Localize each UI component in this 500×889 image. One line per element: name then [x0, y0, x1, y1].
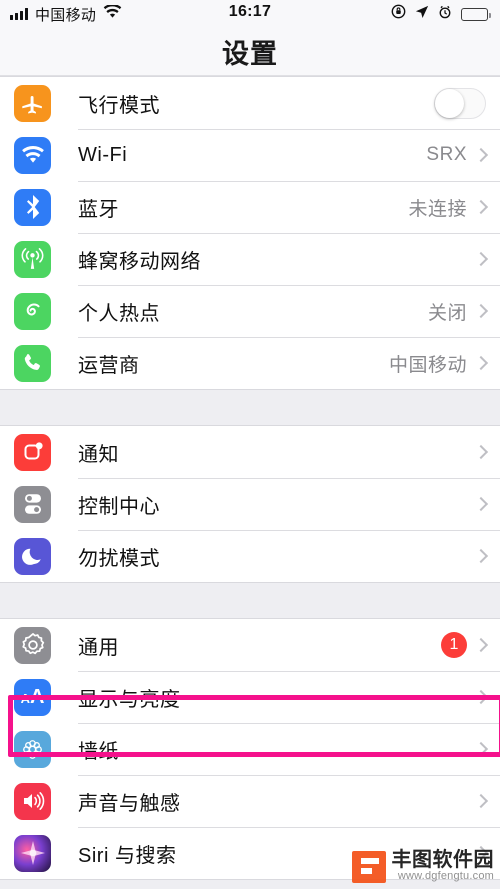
- bluetooth-icon: [14, 188, 51, 226]
- chevron-right-icon: [473, 444, 489, 460]
- wifi-icon: [14, 136, 51, 174]
- row-value: 中国移动: [388, 354, 467, 376]
- moon-icon: [14, 537, 51, 575]
- row-label: Siri 与搜索: [78, 844, 177, 867]
- row-do-not-disturb[interactable]: 勿扰模式: [0, 530, 500, 582]
- row-sounds-haptics[interactable]: 声音与触感: [0, 775, 500, 827]
- row-carrier[interactable]: 运营商 中国移动: [0, 337, 500, 389]
- row-accessory: [473, 689, 500, 705]
- row-bluetooth[interactable]: 蓝牙 未连接: [0, 181, 500, 233]
- group-separator: [0, 390, 500, 425]
- row-accessory: [473, 548, 500, 564]
- row-accessory: [473, 251, 500, 267]
- row-accessory: [473, 496, 500, 512]
- row-general[interactable]: 通用 1: [0, 619, 500, 671]
- cellular-icon: [14, 240, 51, 278]
- page-title: 设置: [222, 39, 278, 69]
- notification-icon: [14, 433, 51, 471]
- settings-list[interactable]: 飞行模式 Wi-Fi SRX 蓝牙 未连接 蜂窝移动网络 个人热点 关闭 运营商…: [0, 76, 500, 889]
- chevron-right-icon: [473, 793, 489, 809]
- watermark-logo-icon: [351, 850, 386, 883]
- phone-icon: [14, 344, 51, 382]
- chevron-right-icon: [473, 496, 489, 512]
- settings-group-system: 通用 1 AA 显示与亮度 墙纸 声音与触感 Siri 与搜索: [0, 618, 500, 880]
- siri-icon: [14, 834, 51, 872]
- gear-icon: [14, 626, 51, 664]
- row-label: 通知: [78, 443, 119, 466]
- speaker-icon: [14, 782, 51, 820]
- row-wallpaper[interactable]: 墙纸: [0, 723, 500, 775]
- row-personal-hotspot[interactable]: 个人热点 关闭: [0, 285, 500, 337]
- control-center-icon: [14, 485, 51, 523]
- row-label: 蜂窝移动网络: [78, 250, 201, 273]
- row-label: 蓝牙: [78, 198, 119, 221]
- row-notifications[interactable]: 通知: [0, 426, 500, 478]
- chevron-right-icon: [473, 199, 489, 215]
- airplane-icon: [14, 84, 51, 122]
- chevron-right-icon: [473, 147, 489, 163]
- watermark-text: 丰图软件园 www.dgfengtu.com: [392, 850, 495, 883]
- row-accessory: [473, 741, 500, 757]
- chevron-right-icon: [473, 741, 489, 757]
- status-bar: 中国移动 16:17: [0, 0, 500, 28]
- row-accessory: [473, 793, 500, 809]
- row-value: SRX: [426, 144, 467, 165]
- row-label: 个人热点: [78, 302, 160, 325]
- chevron-right-icon: [473, 251, 489, 267]
- row-accessory: 未连接: [408, 194, 500, 221]
- watermark-name: 丰图软件园: [391, 849, 494, 872]
- row-label: Wi-Fi: [78, 143, 128, 166]
- row-accessory: SRX: [426, 144, 500, 166]
- chevron-right-icon: [473, 689, 489, 705]
- row-accessory: 1: [441, 632, 500, 658]
- row-accessory: [473, 444, 500, 460]
- row-value: 关闭: [427, 302, 467, 324]
- row-cellular[interactable]: 蜂窝移动网络: [0, 233, 500, 285]
- row-label: 通用: [78, 636, 119, 659]
- chevron-right-icon: [473, 355, 489, 371]
- navigation-bar: 设置: [0, 28, 500, 76]
- row-accessory: 中国移动: [389, 350, 500, 377]
- chevron-right-icon: [473, 548, 489, 564]
- status-badge: 1: [441, 632, 467, 658]
- settings-group-alerts: 通知 控制中心 勿扰模式: [0, 425, 500, 583]
- hotspot-icon: [14, 292, 51, 330]
- row-label: 墙纸: [78, 740, 119, 763]
- status-bar-clock: 16:17: [228, 3, 272, 20]
- toggle-knob: [435, 88, 464, 118]
- row-label: 运营商: [78, 354, 140, 377]
- row-label: 显示与亮度: [78, 688, 181, 711]
- chevron-right-icon: [473, 637, 489, 653]
- aa-glyph: AA: [20, 686, 45, 708]
- row-label: 声音与触感: [78, 792, 181, 815]
- row-value: 未连接: [408, 198, 467, 220]
- row-airplane-mode[interactable]: 飞行模式: [0, 77, 500, 129]
- wallpaper-flower-icon: [14, 730, 51, 768]
- row-display-brightness[interactable]: AA 显示与亮度: [0, 671, 500, 723]
- row-accessory: 关闭: [428, 298, 500, 325]
- text-size-aa-icon: AA: [14, 678, 51, 716]
- airplane-mode-toggle[interactable]: [434, 87, 486, 119]
- row-wifi[interactable]: Wi-Fi SRX: [0, 129, 500, 181]
- battery-icon: [461, 7, 491, 21]
- row-label: 勿扰模式: [78, 547, 160, 570]
- settings-group-connectivity: 飞行模式 Wi-Fi SRX 蓝牙 未连接 蜂窝移动网络 个人热点 关闭 运营商…: [0, 76, 500, 390]
- row-accessory[interactable]: [434, 87, 500, 119]
- row-label: 飞行模式: [78, 94, 160, 117]
- chevron-right-icon: [473, 303, 489, 319]
- row-control-center[interactable]: 控制中心: [0, 478, 500, 530]
- watermark-url: www.dgfengtu.com: [397, 870, 494, 883]
- watermark: 丰图软件园 www.dgfengtu.com: [351, 850, 495, 883]
- group-separator: [0, 583, 500, 618]
- row-label: 控制中心: [78, 495, 160, 518]
- iphone-settings-screen: 中国移动 16:17 设置 飞行模式 Wi-Fi SRX 蓝牙 未连接 蜂窝移动…: [0, 0, 500, 889]
